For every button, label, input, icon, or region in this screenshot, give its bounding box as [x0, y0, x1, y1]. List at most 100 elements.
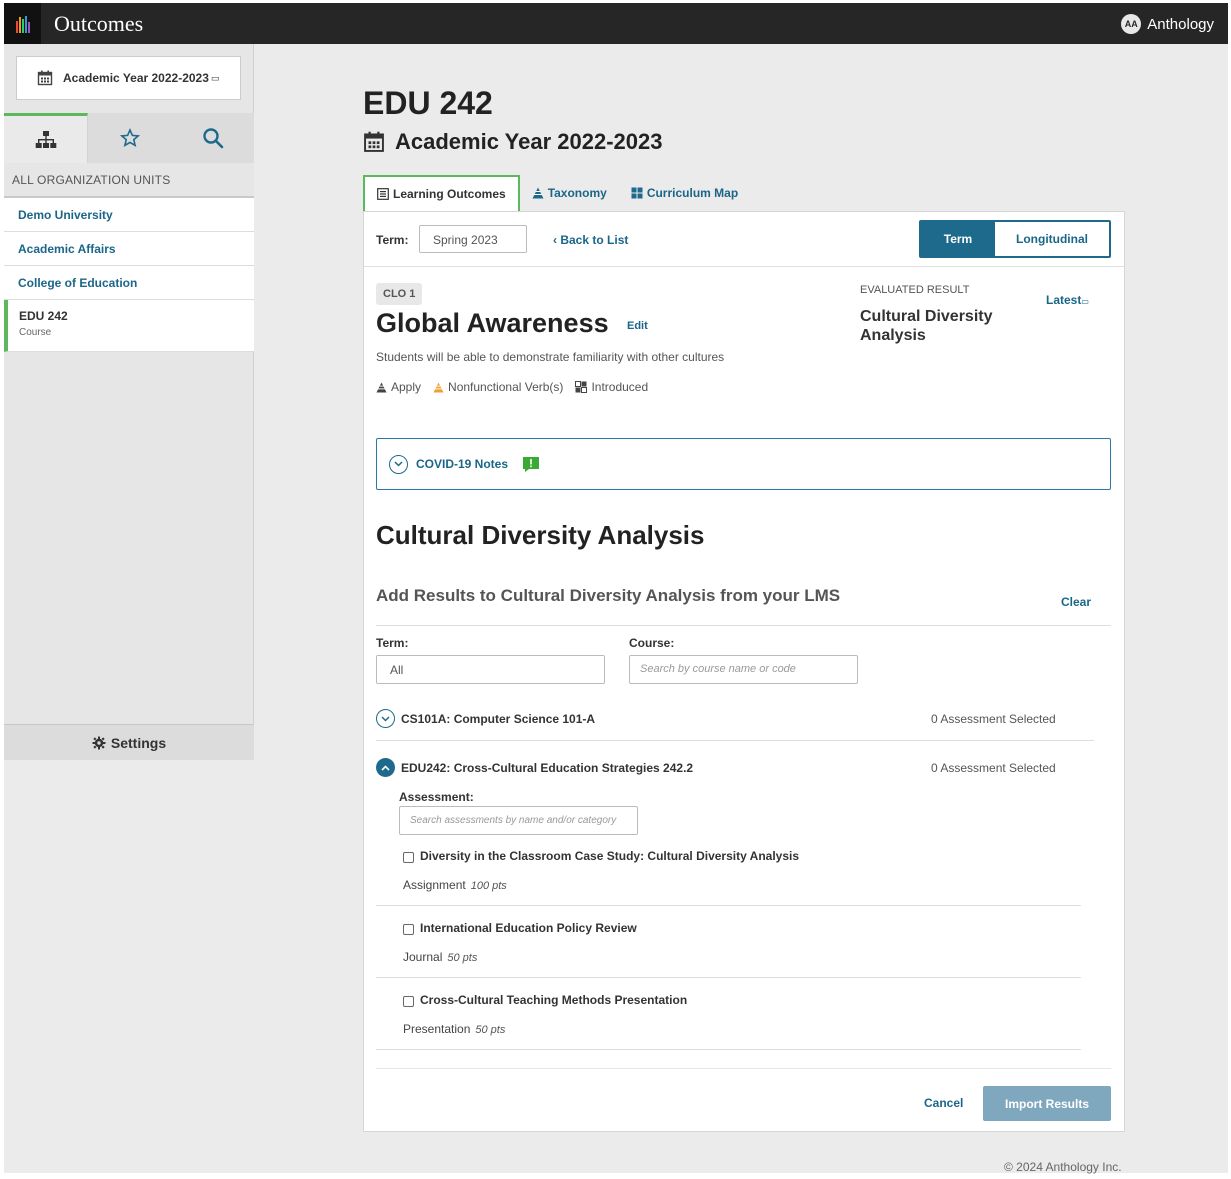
- settings-button[interactable]: Settings: [4, 724, 254, 760]
- org-unit-demo-university[interactable]: Demo University: [4, 198, 254, 232]
- course-name: EDU242: Cross-Cultural Education Strateg…: [401, 760, 694, 775]
- org-unit-current[interactable]: EDU 242 Course: [4, 300, 254, 352]
- brand-logo[interactable]: AA Anthology: [1121, 14, 1214, 34]
- results-section-title: Cultural Diversity Analysis: [376, 520, 705, 550]
- assessment-checkbox[interactable]: [403, 924, 414, 935]
- import-results-button[interactable]: Import Results: [983, 1086, 1111, 1121]
- term-filter-label: Term:: [376, 636, 409, 650]
- clear-link[interactable]: Clear: [1061, 595, 1091, 609]
- tab-learning-outcomes-label: Learning Outcomes: [393, 187, 506, 201]
- assessment-item: Diversity in the Classroom Case Study: C…: [376, 842, 1081, 906]
- assessment-label: Assessment:: [399, 790, 474, 804]
- outcomes-logo-icon[interactable]: [4, 3, 41, 44]
- warning-pyramid-icon: [433, 381, 444, 393]
- tab-search[interactable]: [171, 113, 254, 163]
- calendar-icon: [364, 131, 384, 152]
- page-title: EDU 242: [363, 85, 493, 121]
- assessment-name: International Education Policy Review: [420, 921, 637, 935]
- term-select[interactable]: Spring 2023: [419, 225, 527, 253]
- divider: [376, 625, 1111, 626]
- back-to-list-label: Back to List: [560, 233, 629, 247]
- academic-year-selector[interactable]: Academic Year 2022-2023 ▭: [16, 56, 241, 100]
- tab-learning-outcomes[interactable]: Learning Outcomes: [363, 175, 520, 211]
- term-view-button[interactable]: Term: [921, 222, 995, 256]
- app-title: Outcomes: [54, 11, 144, 36]
- tab-hierarchy[interactable]: [4, 113, 88, 163]
- copyright: © 2024 Anthology Inc.: [1004, 1160, 1122, 1174]
- org-unit-academic-affairs[interactable]: Academic Affairs: [4, 232, 254, 266]
- brand-name: Anthology: [1147, 15, 1214, 33]
- cancel-button[interactable]: Cancel: [924, 1096, 963, 1110]
- chevron-up-icon: [376, 758, 395, 777]
- calendar-icon: [37, 70, 53, 86]
- evaluated-result-name: Cultural Diversity Analysis: [860, 308, 993, 344]
- divider: [376, 740, 1094, 741]
- org-unit-college-of-education[interactable]: College of Education: [4, 266, 254, 300]
- edit-outcome-link[interactable]: Edit: [627, 320, 648, 332]
- app-frame: Outcomes AA Anthology Academic Year 2022…: [4, 3, 1228, 1174]
- taxonomy-pyramid-icon: [376, 381, 387, 393]
- course-name: CS101A: Computer Science 101-A: [401, 711, 596, 726]
- term-filter-select[interactable]: All: [376, 655, 605, 684]
- assessment-type: Journal: [403, 950, 443, 964]
- link-icon: ▭: [210, 72, 220, 83]
- assessment-count: 0 Assessment Selected: [931, 711, 1056, 726]
- term-bar: Term: Spring 2023 ‹ Back to List Term Lo…: [364, 212, 1124, 267]
- tag-nonfunctional-verbs-label: Nonfunctional Verb(s): [448, 380, 564, 394]
- search-icon: [202, 128, 223, 149]
- outcome-description: Students will be able to demonstrate fam…: [376, 350, 725, 364]
- grid-icon: [631, 187, 643, 199]
- course-filter-label: Course:: [629, 636, 675, 650]
- tab-taxonomy-label: Taxonomy: [547, 186, 607, 200]
- tag-apply: Apply: [376, 380, 421, 394]
- assessment-count: 0 Assessment Selected: [931, 760, 1056, 775]
- back-to-list-link[interactable]: ‹ Back to List: [553, 233, 628, 247]
- covid-notes-accordion[interactable]: COVID-19 Notes: [376, 438, 1111, 490]
- divider: [376, 1068, 1111, 1069]
- assessment-search-input[interactable]: Search assessments by name and/or catego…: [399, 806, 638, 835]
- covid-notes-label: COVID-19 Notes: [416, 457, 509, 471]
- longitudinal-view-button[interactable]: Longitudinal: [995, 222, 1109, 256]
- main-tabs: Learning Outcomes Taxonomy Curriculum Ma…: [363, 175, 750, 211]
- outcome-panel: Term: Spring 2023 ‹ Back to List Term Lo…: [363, 211, 1125, 1132]
- course-row-cs101a[interactable]: CS101A: Computer Science 101-A 0 Assessm…: [376, 709, 1094, 728]
- assessment-meta: Journal 50 pts: [403, 950, 477, 964]
- tab-taxonomy[interactable]: Taxonomy: [520, 175, 619, 211]
- assessment-name: Cross-Cultural Teaching Methods Presenta…: [420, 993, 688, 1007]
- tab-curriculum-map-label: Curriculum Map: [646, 186, 739, 200]
- org-units-header[interactable]: ALL ORGANIZATION UNITS: [4, 163, 254, 198]
- assessment-type: Assignment: [403, 878, 466, 892]
- list-icon: [377, 188, 389, 200]
- org-unit-current-label: EDU 242: [19, 309, 68, 323]
- tab-favorites[interactable]: [88, 113, 171, 163]
- outcome-title: Global Awareness: [376, 308, 609, 338]
- settings-label: Settings: [110, 734, 167, 751]
- sidebar: Academic Year 2022-2023 ▭ ALL ORGANIZATI…: [4, 44, 254, 760]
- assessment-points: 50 pts: [475, 1024, 506, 1036]
- course-search-input[interactable]: Search by course name or code: [629, 655, 858, 684]
- view-toggle: Term Longitudinal: [919, 220, 1111, 258]
- page-subtitle: Academic Year 2022-2023: [363, 129, 662, 155]
- org-unit-current-type: Course: [19, 327, 52, 338]
- latest-link[interactable]: Latest▭: [1046, 293, 1089, 307]
- curriculum-grid-icon: [575, 381, 588, 393]
- assessment-points: 50 pts: [447, 952, 478, 964]
- assessment-meta: Assignment 100 pts: [403, 878, 507, 892]
- assessment-checkbox[interactable]: [403, 852, 414, 863]
- chevron-left-icon: ‹: [553, 233, 557, 247]
- org-unit-list: Demo University Academic Affairs College…: [4, 198, 254, 352]
- latest-label: Latest: [1046, 293, 1082, 307]
- top-bar: Outcomes AA Anthology: [4, 3, 1228, 44]
- chevron-down-icon: [389, 454, 408, 474]
- evaluated-result-header: EVALUATED RESULT: [860, 284, 970, 296]
- course-row-edu242[interactable]: EDU242: Cross-Cultural Education Strateg…: [376, 758, 1094, 777]
- assessment-name: Diversity in the Classroom Case Study: C…: [420, 849, 800, 863]
- term-label: Term:: [376, 233, 409, 247]
- assessment-checkbox[interactable]: [403, 996, 414, 1007]
- assessment-item: Cross-Cultural Teaching Methods Presenta…: [376, 986, 1081, 1050]
- anthology-logo-icon: AA: [1121, 14, 1142, 34]
- assessment-meta: Presentation 50 pts: [403, 1022, 505, 1036]
- assessment-type: Presentation: [403, 1022, 471, 1036]
- tag-nonfunctional-verbs: Nonfunctional Verb(s): [433, 380, 563, 394]
- tab-curriculum-map[interactable]: Curriculum Map: [619, 175, 750, 211]
